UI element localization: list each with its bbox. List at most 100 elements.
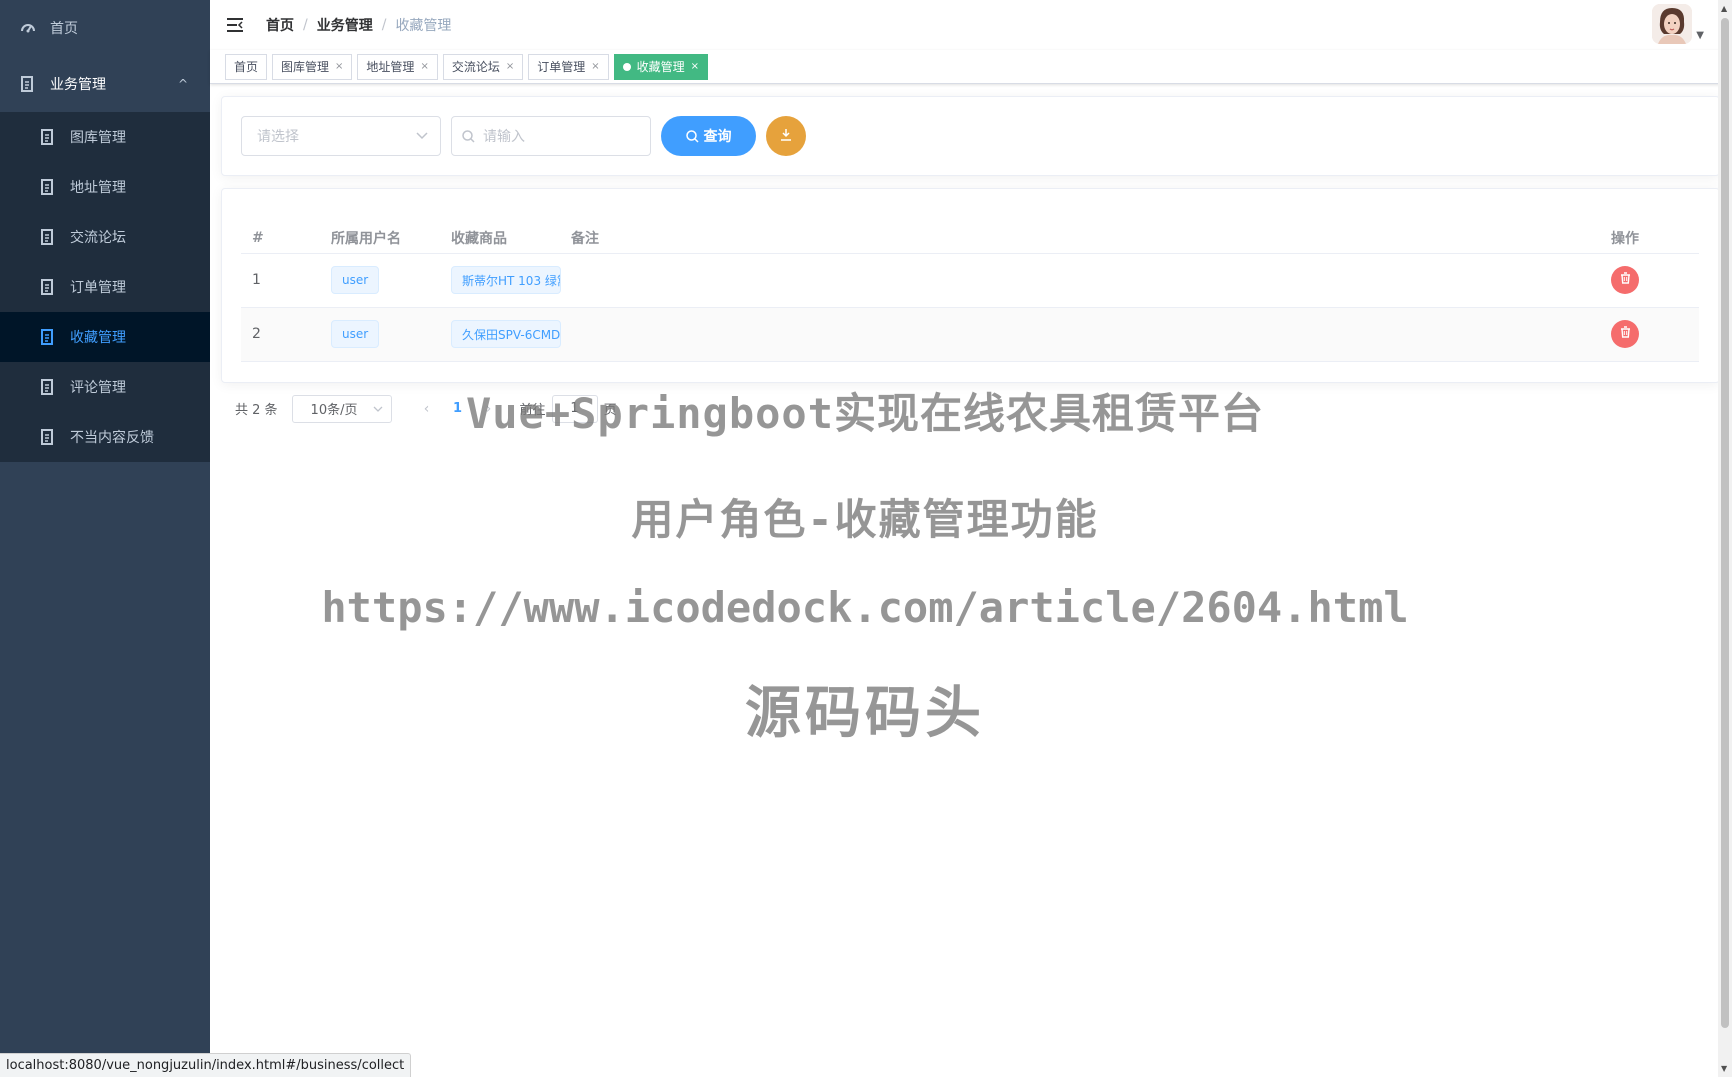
next-page-button[interactable]: › [474,401,504,417]
column-header-remark: 备注 [571,209,1609,254]
user-tag: user [331,266,380,294]
cell-goods: 斯蒂尔HT 103 绿篱 [451,253,571,308]
sidebar-group-label: 业务管理 [50,77,106,93]
document-icon [40,279,56,295]
tag-label: 交流论坛 [451,60,500,74]
active-dot-icon [622,62,631,71]
tag-collect[interactable]: 收藏管理 × [613,53,709,80]
document-icon [40,129,56,145]
sidebar-item-address[interactable]: 地址管理 [0,162,210,212]
cell-user: user [331,253,451,308]
page-size-select[interactable]: 10条/页 [291,394,392,423]
document-icon [40,229,56,245]
search-icon [462,129,475,143]
sidebar-submenu: 图库管理 地址管理 交流论坛 订单管理 收藏管理 评论管理 不当内容反馈 [0,112,210,462]
sidebar-item-orders[interactable]: 订单管理 [0,262,210,312]
tag-orders[interactable]: 订单管理 × [528,53,609,80]
column-header-actions: 操作 [1609,209,1699,254]
breadcrumb-separator: / [381,17,387,33]
search-input[interactable]: 请输入 [451,116,651,156]
cell-index: 2 [241,307,331,362]
user-tag: user [331,320,380,348]
column-header-user: 所属用户名 [331,209,451,254]
sidebar-item-label: 不当内容反馈 [70,430,154,446]
browser-status-bar: localhost:8080/vue_nongjuzulin/index.htm… [0,1053,412,1077]
close-icon[interactable]: × [691,61,699,72]
sidebar-item-forum[interactable]: 交流论坛 [0,212,210,262]
cell-goods: 久保田SPV-6CMD [451,307,571,362]
sidebar-item-label: 首页 [50,21,78,37]
sidebar-item-label: 收藏管理 [70,330,126,346]
cell-remark [571,253,1609,308]
table-header-row: # 所属用户名 收藏商品 备注 操作 [241,209,1699,254]
breadcrumb-business[interactable]: 业务管理 [317,15,373,35]
tag-gallery[interactable]: 图库管理 × [272,53,353,80]
user-menu[interactable]: ▼ [1652,4,1704,44]
tag-label: 收藏管理 [636,60,685,74]
status-url: localhost:8080/vue_nongjuzulin/index.htm… [6,1058,405,1073]
download-icon [780,128,792,145]
document-icon [40,329,56,345]
cell-actions [1609,253,1699,308]
sidebar-group-business[interactable]: 业务管理 ^ [0,56,210,112]
delete-button[interactable] [1611,320,1639,348]
sidebar-item-label: 订单管理 [70,280,126,296]
sidebar-item-home[interactable]: 首页 [0,0,210,56]
avatar[interactable] [1652,4,1693,44]
sidebar-item-gallery[interactable]: 图库管理 [0,112,210,162]
tag-home[interactable]: 首页 [225,53,268,80]
trash-icon [1620,326,1631,342]
cell-remark [571,307,1609,362]
page-size-value: 10条/页 [310,403,358,418]
scroll-up-icon[interactable]: ▲ [1721,4,1727,13]
table-row: 2 user 久保田SPV-6CMD [241,307,1699,362]
close-icon[interactable]: × [591,61,599,72]
query-button[interactable]: 查询 [661,116,756,156]
table-row: 1 user 斯蒂尔HT 103 绿篱 [241,253,1699,308]
close-icon[interactable]: × [506,61,514,72]
prev-page-button[interactable]: ‹ [412,401,442,417]
column-header-index: # [241,209,331,254]
document-icon [40,179,56,195]
page-unit-label: 页 [603,403,617,418]
tag-label: 地址管理 [366,60,415,74]
sidebar-item-label: 交流论坛 [70,230,126,246]
caret-down-icon[interactable]: ▼ [1696,30,1704,41]
goto-label: 前往 [519,403,546,418]
sidebar-item-label: 地址管理 [70,180,126,196]
chevron-down-icon [373,401,383,416]
goto-page-input[interactable]: 1 [551,394,598,423]
document-icon [40,379,56,395]
tags-view: 首页 图库管理 × 地址管理 × 交流论坛 × 订单管理 × 收藏管理 × [210,50,1732,84]
cell-actions [1609,307,1699,362]
close-icon[interactable]: × [335,61,343,72]
scrollbar-thumb[interactable] [1721,18,1729,1028]
search-icon [685,129,699,143]
tag-address[interactable]: 地址管理 × [357,53,438,80]
hamburger-menu-icon[interactable] [226,15,246,35]
query-label: 查询 [703,129,732,145]
scroll-down-icon[interactable]: ▼ [1721,1064,1727,1073]
input-placeholder: 请输入 [483,129,525,145]
breadcrumb-current: 收藏管理 [395,18,452,34]
category-select[interactable]: 请选择 [241,116,441,156]
download-button[interactable] [766,116,806,156]
search-card: 请选择 请输入 查询 [221,96,1720,176]
goods-tag: 斯蒂尔HT 103 绿篱 [451,266,561,294]
sidebar-item-comments[interactable]: 评论管理 [0,362,210,412]
breadcrumb-home[interactable]: 首页 [266,15,294,35]
dashboard-icon [20,20,36,36]
tag-forum[interactable]: 交流论坛 × [442,53,524,80]
pagination-total: 共 2 条 [235,403,278,418]
delete-button[interactable] [1611,266,1639,294]
sidebar-item-collect[interactable]: 收藏管理 [0,312,210,362]
column-header-goods: 收藏商品 [451,209,571,254]
chevron-up-icon: ^ [177,77,188,91]
sidebar-item-label: 图库管理 [70,130,126,146]
close-icon[interactable]: × [420,61,428,72]
page-number-1[interactable]: 1 [442,401,474,416]
page-content: 请选择 请输入 查询 # 所属用户名 收藏商品 备注 操作 1 user 斯蒂尔… [210,84,1732,423]
sidebar-item-feedback[interactable]: 不当内容反馈 [0,412,210,462]
page-scrollbar[interactable]: ▲ ▼ [1718,0,1732,1077]
tag-label: 首页 [234,60,259,74]
